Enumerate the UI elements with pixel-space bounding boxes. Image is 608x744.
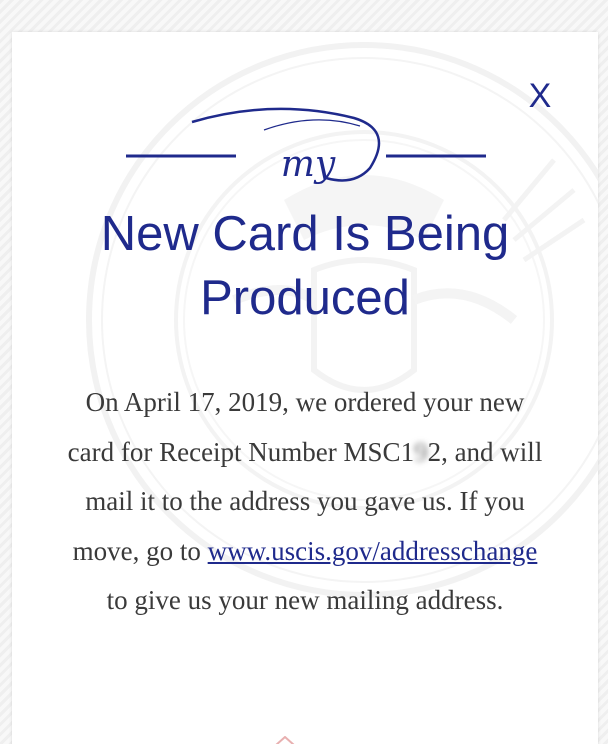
status-message: On April 17, 2019, we ordered your new c… [62,378,548,626]
title-line-1: New Card Is Being [100,207,510,261]
my-uscis-logo-icon: my [126,107,486,185]
close-button[interactable]: X [524,76,556,116]
receipt-tail: 2 [427,436,442,467]
page-title: New Card Is Being Produced [12,202,598,330]
decorative-mark-icon [275,736,295,744]
status-dialog: X my New Card Is Being Produced On April… [12,32,598,744]
logo-text: my [281,144,336,185]
redacted-receipt-digits: 9 [414,436,428,467]
address-change-link[interactable]: www.uscis.gov/addresschange [208,536,538,566]
title-line-2: Produced [200,271,410,325]
message-text-part-3: to give us your new mailing address. [106,585,504,615]
close-icon: X [528,77,552,115]
